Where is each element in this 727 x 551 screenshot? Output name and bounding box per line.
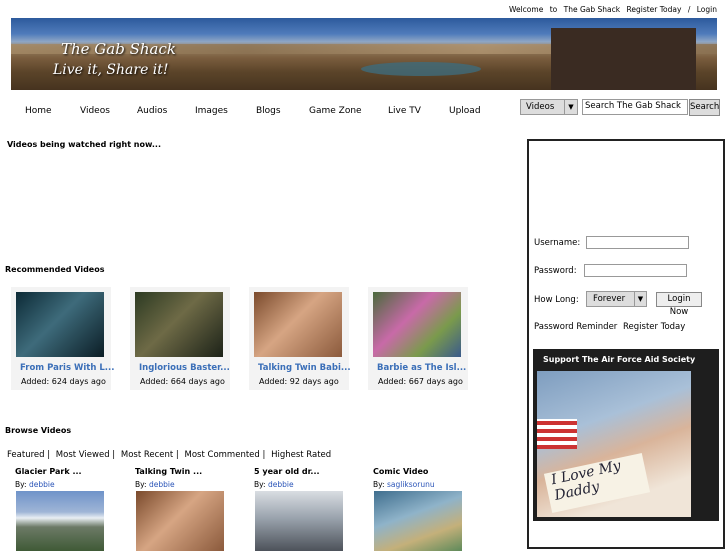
nav-images[interactable]: Images: [195, 106, 228, 116]
recommended-video-card[interactable]: Talking Twin Babi... Added: 92 days ago: [249, 287, 351, 390]
video-thumbnail[interactable]: [374, 491, 462, 551]
howlong-value: Forever: [593, 294, 626, 304]
video-title-link[interactable]: Talking Twin Babi...: [258, 363, 351, 373]
search-category-select[interactable]: Videos ▼: [520, 99, 578, 115]
video-thumbnail[interactable]: [135, 292, 223, 357]
browse-video-item[interactable]: 5 year old dr... By: debbie: [254, 467, 364, 551]
browse-video-title[interactable]: Talking Twin ...: [135, 467, 245, 476]
username-field[interactable]: [586, 236, 689, 249]
promo-sign-text: I Love My Daddy: [543, 453, 651, 513]
promo-image[interactable]: I Love My Daddy: [537, 371, 691, 517]
uploader-link[interactable]: debbie: [149, 480, 175, 489]
uploader-link[interactable]: debbie: [29, 480, 55, 489]
site-logo-tagline: Live it, Share it!: [53, 62, 169, 78]
uploader-link[interactable]: debbie: [268, 480, 294, 489]
by-label: By:: [15, 480, 27, 489]
username-label: Username:: [534, 238, 581, 248]
river-graphic: [361, 62, 481, 76]
watching-heading: Videos being watched right now...: [7, 140, 161, 149]
video-thumbnail[interactable]: [16, 292, 104, 357]
by-label: By:: [373, 480, 385, 489]
chevron-down-icon[interactable]: ▼: [564, 100, 577, 114]
recommended-heading: Recommended Videos: [5, 265, 105, 274]
video-thumbnail[interactable]: [255, 491, 343, 551]
nav-live-tv[interactable]: Live TV: [388, 106, 421, 116]
by-label: By:: [254, 480, 266, 489]
by-label: By:: [135, 480, 147, 489]
nav-blogs[interactable]: Blogs: [256, 106, 281, 116]
login-sidebar: Username: Password: How Long: Forever ▼ …: [527, 139, 725, 549]
video-title-link[interactable]: Inglorious Baster...: [139, 363, 230, 373]
tab-most-commented[interactable]: Most Commented |: [185, 450, 266, 460]
nav-audios[interactable]: Audios: [137, 106, 167, 116]
register-link[interactable]: Register Today: [623, 322, 685, 332]
video-title-link[interactable]: Barbie as The Isl...: [377, 363, 466, 373]
search-input[interactable]: Search The Gab Shack: [582, 99, 688, 115]
password-field[interactable]: [584, 264, 687, 277]
video-thumbnail[interactable]: [254, 292, 342, 357]
promo-box[interactable]: Support The Air Force Aid Society I Love…: [533, 349, 719, 521]
main-nav: Home Videos Audios Images Blogs Game Zon…: [11, 93, 511, 127]
browse-video-item[interactable]: Comic Video By: sagliksorunu: [373, 467, 483, 551]
banner-ad[interactable]: [551, 28, 696, 90]
howlong-select[interactable]: Forever ▼: [586, 291, 647, 307]
video-thumbnail[interactable]: [136, 491, 224, 551]
search-button[interactable]: Search: [689, 99, 720, 116]
browse-video-title[interactable]: Glacier Park ...: [15, 467, 125, 476]
tab-most-recent[interactable]: Most Recent |: [121, 450, 179, 460]
tab-featured[interactable]: Featured |: [7, 450, 50, 460]
login-button[interactable]: Login Now: [656, 292, 702, 317]
tab-highest-rated[interactable]: Highest Rated: [271, 450, 331, 460]
register-link[interactable]: Register Today: [626, 5, 681, 14]
browse-video-item[interactable]: Talking Twin ... By: debbie: [135, 467, 245, 551]
chevron-down-icon[interactable]: ▼: [634, 292, 646, 306]
video-added-text: Added: 664 days ago: [140, 377, 225, 386]
nav-game-zone[interactable]: Game Zone: [309, 106, 362, 116]
browse-video-title[interactable]: 5 year old dr...: [254, 467, 364, 476]
video-thumbnail[interactable]: [16, 491, 104, 551]
password-reminder-link[interactable]: Password Reminder: [534, 322, 617, 332]
header-banner: The Gab Shack Live it, Share it!: [11, 18, 717, 90]
separator: /: [687, 5, 691, 14]
nav-home[interactable]: Home: [25, 106, 52, 116]
howlong-label: How Long:: [534, 295, 579, 305]
site-logo-title[interactable]: The Gab Shack: [61, 40, 176, 58]
promo-title: Support The Air Force Aid Society: [543, 355, 696, 364]
video-added-text: Added: 667 days ago: [378, 377, 463, 386]
top-account-bar: Welcome to The Gab Shack Register Today …: [505, 5, 717, 14]
nav-upload[interactable]: Upload: [449, 106, 481, 116]
login-link[interactable]: Login: [697, 5, 717, 14]
welcome-to-text: to: [549, 5, 558, 14]
video-added-text: Added: 92 days ago: [259, 377, 339, 386]
uploader-link[interactable]: sagliksorunu: [387, 480, 435, 489]
welcome-text: Welcome: [509, 5, 544, 14]
tab-most-viewed[interactable]: Most Viewed |: [56, 450, 115, 460]
password-label: Password:: [534, 266, 577, 276]
video-thumbnail[interactable]: [373, 292, 461, 357]
video-title-link[interactable]: From Paris With L...: [20, 363, 114, 373]
browse-tabs: Featured | Most Viewed | Most Recent | M…: [7, 450, 334, 460]
flag-graphic: [537, 419, 577, 449]
browse-heading: Browse Videos: [5, 426, 72, 435]
search-category-value: Videos: [526, 102, 555, 112]
recommended-video-card[interactable]: From Paris With L... Added: 624 days ago: [11, 287, 114, 390]
site-name-text: The Gab Shack: [563, 5, 621, 14]
nav-videos[interactable]: Videos: [80, 106, 110, 116]
browse-video-title[interactable]: Comic Video: [373, 467, 483, 476]
browse-video-item[interactable]: Glacier Park ... By: debbie: [15, 467, 125, 551]
video-added-text: Added: 624 days ago: [21, 377, 106, 386]
recommended-video-card[interactable]: Barbie as The Isl... Added: 667 days ago: [368, 287, 468, 390]
recommended-video-card[interactable]: Inglorious Baster... Added: 664 days ago: [130, 287, 230, 390]
